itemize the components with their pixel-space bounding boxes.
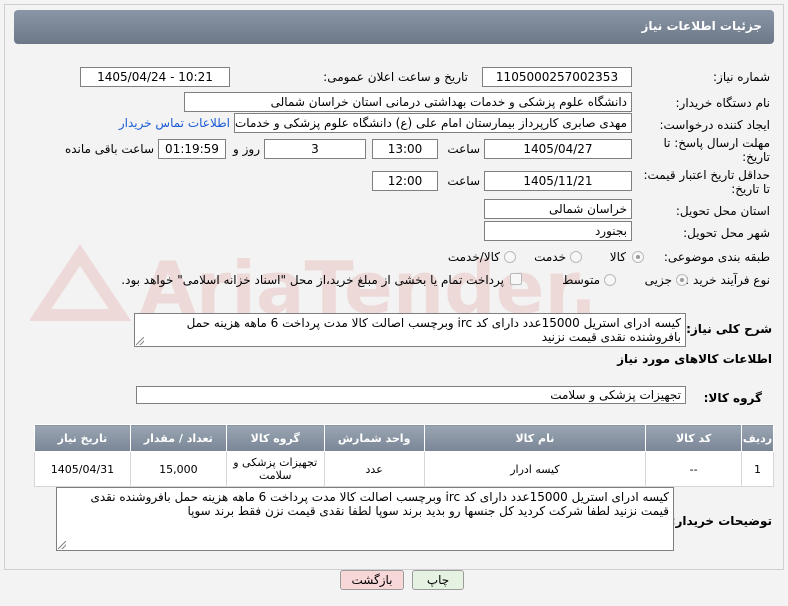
category-option-both: کالا/خدمت — [447, 250, 500, 264]
reply-deadline-label: مهلت ارسال پاسخ: تا — [663, 136, 770, 150]
price-time-field[interactable]: 12:00 — [372, 171, 438, 191]
process-radio-minor[interactable] — [676, 274, 688, 286]
cell-item-code: -- — [645, 451, 743, 487]
category-option-service: خدمت — [534, 250, 566, 264]
reply-date-field[interactable]: 1405/04/27 — [484, 139, 632, 159]
page-title: جزئیات اطلاعات نیاز — [641, 19, 762, 33]
province-label: استان محل تحویل: — [675, 204, 770, 218]
reply-time-field[interactable]: 13:00 — [372, 139, 438, 159]
buyer-notes-textarea[interactable]: کیسه ادرای استریل 15000عدد دارای کد irc … — [56, 487, 674, 551]
goods-group-field[interactable]: تجهیزات پزشکی و سلامت — [136, 386, 686, 404]
need-number-label: شماره نیاز: — [713, 70, 770, 84]
cell-item-name: کیسه ادرار — [423, 451, 647, 487]
cell-group: تجهیزات پزشکی و سلامت — [225, 451, 325, 487]
province-field[interactable]: خراسان شمالی — [484, 199, 632, 219]
table-row[interactable]: 1 -- کیسه ادرار عدد تجهیزات پزشکی و سلام… — [34, 451, 774, 487]
goods-group-label: گروه کالا: — [703, 391, 762, 405]
col-quantity: تعداد / مقدار — [129, 424, 227, 452]
col-item-code: کد کالا — [645, 424, 743, 452]
payment-treasury-checkbox[interactable] — [510, 273, 522, 285]
cell-need-date: 1405/04/31 — [34, 451, 131, 487]
category-radio-goods[interactable] — [632, 251, 644, 263]
category-label: طبقه بندی موضوعی: — [663, 250, 770, 264]
goods-table: ردیف کد کالا نام کالا واحد شمارش گروه کا… — [34, 424, 774, 487]
remaining-time-field[interactable]: 01:19:59 — [158, 139, 226, 159]
remaining-time-label: ساعت باقی مانده — [64, 142, 154, 156]
price-validity-label: حداقل تاریخ اعتبار قیمت: — [643, 168, 770, 182]
price-validity-label-2: تا تاریخ: — [731, 182, 770, 196]
announce-field[interactable]: 1405/04/24 - 10:21 — [80, 67, 230, 87]
resize-handle-icon[interactable] — [58, 541, 66, 549]
goods-section-title: اطلاعات کالاهای مورد نیاز — [617, 352, 772, 366]
buyer-org-field[interactable]: دانشگاه علوم پزشکی و خدمات بهداشتی درمان… — [184, 92, 632, 112]
reply-time-label: ساعت — [447, 142, 480, 156]
payment-treasury-note: پرداخت تمام یا بخشی از مبلغ خرید،از محل … — [121, 273, 504, 287]
reply-deadline-label-2: تاریخ: — [742, 150, 770, 164]
col-need-date: تاریخ نیاز — [34, 424, 131, 452]
days-field[interactable]: 3 — [264, 139, 366, 159]
description-textarea[interactable]: کیسه ادرای استریل 15000عدد دارای کد irc … — [134, 313, 686, 347]
category-option-goods: کالا — [609, 250, 626, 264]
process-radio-medium[interactable] — [604, 274, 616, 286]
cell-row-number: 1 — [741, 451, 774, 487]
buyer-org-label: نام دستگاه خریدار: — [675, 96, 771, 110]
category-radio-service[interactable] — [570, 251, 582, 263]
col-row-number: ردیف — [741, 424, 774, 452]
price-time-label: ساعت — [447, 174, 480, 188]
days-label: روز و — [233, 142, 260, 156]
back-button[interactable]: بازگشت — [340, 570, 404, 590]
buyer-notes-label: توضیحات خریدار: — [670, 514, 772, 528]
category-radio-both[interactable] — [504, 251, 516, 263]
page-header: جزئیات اطلاعات نیاز — [14, 10, 774, 44]
city-label: شهر محل تحویل: — [683, 226, 770, 240]
col-group: گروه کالا — [225, 424, 325, 452]
process-label: نوع فرآیند خرید : — [685, 273, 770, 287]
col-unit: واحد شمارش — [323, 424, 425, 452]
cell-quantity: 15,000 — [129, 451, 227, 487]
process-option-minor: جزیی — [644, 273, 672, 287]
table-header-row: ردیف کد کالا نام کالا واحد شمارش گروه کا… — [34, 424, 774, 452]
cell-unit: عدد — [323, 451, 425, 487]
description-text: کیسه ادرای استریل 15000عدد دارای کد irc … — [186, 316, 681, 344]
city-field[interactable]: بجنورد — [484, 221, 632, 241]
buyer-notes-text: کیسه ادرای استریل 15000عدد دارای کد irc … — [90, 490, 669, 518]
need-number-field[interactable]: 1105000257002353 — [482, 67, 632, 87]
description-label: شرح کلی نیاز: — [686, 322, 772, 336]
price-date-field[interactable]: 1405/11/21 — [484, 171, 632, 191]
col-item-name: نام کالا — [423, 424, 647, 452]
resize-handle-icon[interactable] — [136, 337, 144, 345]
print-button[interactable]: چاپ — [412, 570, 464, 590]
requester-label: ایجاد کننده درخواست: — [659, 118, 770, 132]
requester-field[interactable]: مهدی صابری کارپرداز بیمارستان امام علی (… — [234, 113, 632, 133]
announce-label: تاریخ و ساعت اعلان عمومی: — [323, 70, 468, 84]
process-option-medium: متوسط — [562, 273, 600, 287]
buyer-contact-link[interactable]: اطلاعات تماس خریدار — [119, 116, 230, 130]
